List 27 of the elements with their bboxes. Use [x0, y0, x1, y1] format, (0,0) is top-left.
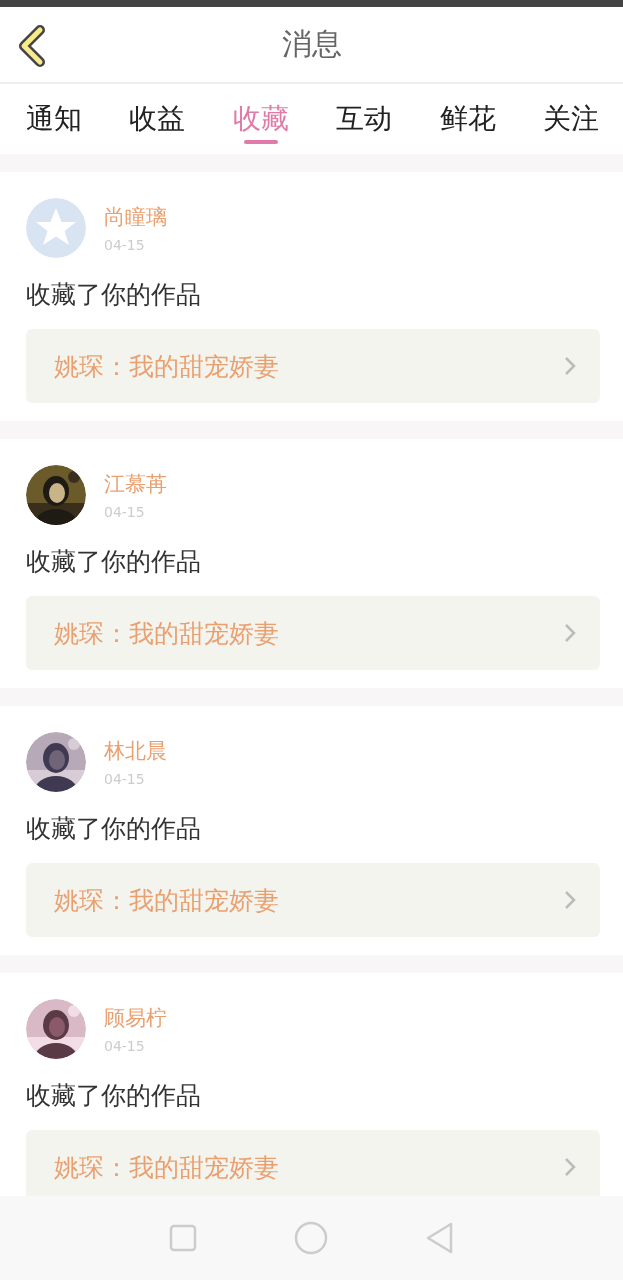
work-link[interactable]: 姚琛：我的甜宠娇妻 — [26, 1130, 600, 1196]
chevron-right-icon — [564, 890, 576, 910]
user-name[interactable]: 林北晨 — [104, 737, 167, 765]
message-text: 收藏了你的作品 — [26, 279, 202, 311]
message-text: 收藏了你的作品 — [26, 1080, 202, 1112]
chevron-right-icon — [564, 623, 576, 643]
tab[interactable]: 关注 — [542, 84, 599, 154]
tab[interactable]: 互动 — [336, 84, 393, 154]
message-text: 收藏了你的作品 — [26, 546, 202, 578]
tab[interactable]: 收藏 — [232, 84, 289, 154]
chevron-right-icon — [564, 1157, 576, 1177]
back-icon[interactable] — [16, 25, 48, 67]
square-icon[interactable] — [168, 1224, 197, 1252]
work-link[interactable]: 姚琛：我的甜宠娇妻 — [26, 329, 600, 403]
page-title: 消息 — [281, 25, 342, 63]
user-name[interactable]: 顾易柠 — [104, 1004, 167, 1032]
back-triangle-icon[interactable] — [424, 1222, 455, 1254]
user-name[interactable]: 江慕苒 — [104, 470, 167, 498]
home-circle-icon[interactable] — [293, 1221, 328, 1255]
tab[interactable]: 收益 — [129, 84, 186, 154]
tab[interactable]: 鲜花 — [439, 84, 496, 154]
work-link[interactable]: 姚琛：我的甜宠娇妻 — [26, 596, 600, 670]
user-name[interactable]: 尚瞳璃 — [104, 203, 167, 231]
message-text: 收藏了你的作品 — [26, 813, 202, 845]
chevron-right-icon — [564, 356, 576, 376]
tab[interactable]: 通知 — [26, 84, 82, 154]
work-link[interactable]: 姚琛：我的甜宠娇妻 — [26, 863, 600, 937]
